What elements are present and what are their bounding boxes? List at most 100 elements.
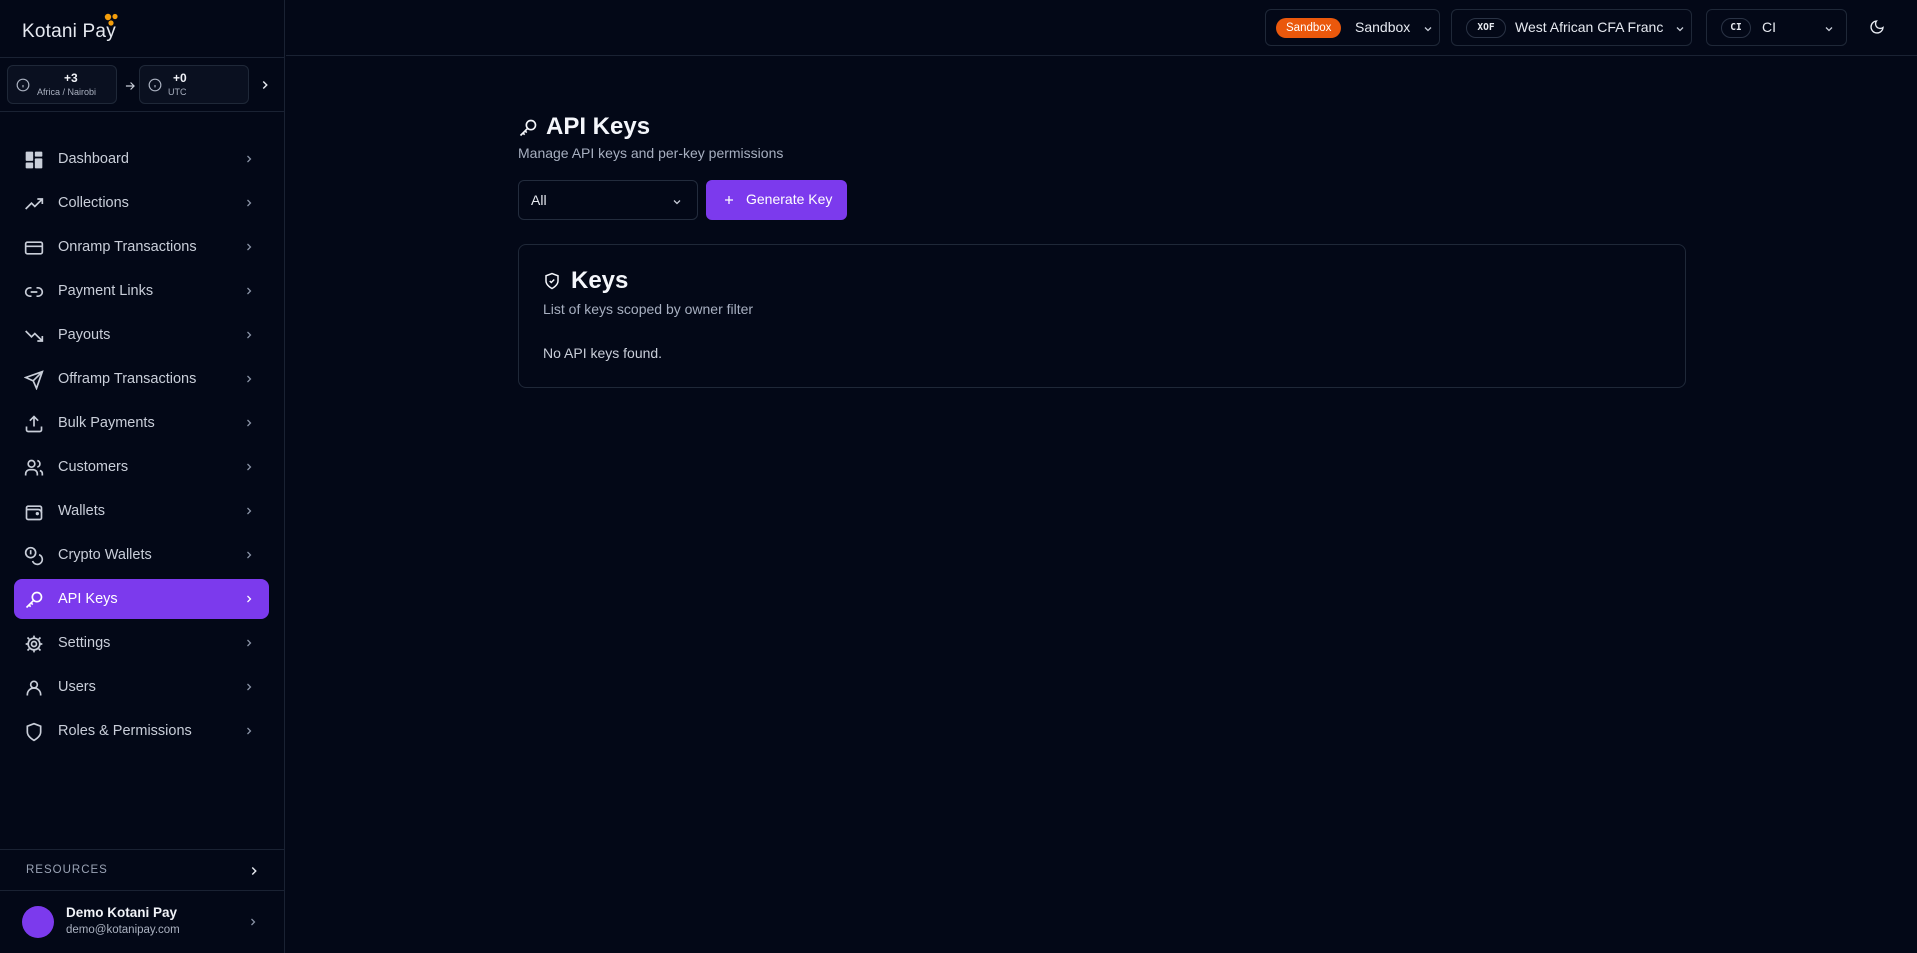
sidebar-item-label: Payment Links [58,283,154,299]
generate-key-label: Generate Key [746,191,833,207]
timezone-to-offset: +0 [173,71,187,85]
keys-card-title: Keys [571,267,629,294]
currency-value: West African CFA Franc [1515,19,1664,35]
shield-check-icon [545,272,559,290]
chevron-right-icon [247,419,252,427]
shield-icon [26,722,42,742]
chevron-right-icon [247,243,252,251]
chevron-right-icon [247,639,252,647]
chevron-right-icon [247,375,252,383]
key-icon [25,591,43,609]
timezone-from[interactable]: +3 Africa / Nairobi [7,65,117,104]
sidebar-item-label: Offramp Transactions [58,371,197,387]
sidebar-item-payouts[interactable]: Payouts [14,315,269,355]
resources-label: RESOURCES [26,864,108,876]
credit-card-icon [24,241,44,255]
sidebar-item-bulk-payments[interactable]: Bulk Payments [14,403,269,443]
logo-dots-icon [104,13,118,26]
empty-state-message: No API keys found. [543,345,663,361]
sidebar-item-wallets[interactable]: Wallets [14,491,269,531]
sidebar-item-crypto-wallets[interactable]: Crypto Wallets [14,535,269,575]
chevron-right-icon [247,595,252,603]
generate-key-button[interactable]: Generate Key [706,180,847,220]
sidebar-item-onramp-transactions[interactable]: Onramp Transactions [14,227,269,267]
trending-up-icon [25,198,44,210]
sidebar-item-label: Wallets [58,503,105,519]
chevron-right-icon [247,463,252,471]
sidebar-item-label: Bulk Payments [58,415,155,431]
keys-card: Keys List of keys scoped by owner filter… [518,244,1686,388]
page-title: API Keys [546,113,651,140]
dashboard-icon [25,151,43,169]
sidebar-nav: Dashboard Collections Onramp Transaction… [14,139,269,755]
timezone-from-offset: +3 [64,71,78,85]
timezone-from-zone: Africa / Nairobi [37,87,97,97]
sidebar-item-offramp-transactions[interactable]: Offramp Transactions [14,359,269,399]
chevron-down-icon [1424,27,1432,32]
chevron-down-icon [1676,27,1684,32]
sidebar: Kotani Pay +3 Africa / Nairobi +0 UTC Da… [0,0,285,953]
chevron-right-icon [247,287,252,295]
chevron-right-icon [247,683,252,691]
currency-code-badge: XOF [1466,18,1506,38]
chevron-right-icon [247,727,252,735]
chevron-right-icon [247,507,252,515]
sidebar-item-label: Dashboard [58,151,129,167]
avatar [22,906,54,938]
sidebar-item-customers[interactable]: Customers [14,447,269,487]
send-icon [24,370,44,390]
timezone-to-zone: UTC [168,87,187,97]
sidebar-item-payment-links[interactable]: Payment Links [14,271,269,311]
country-value: CI [1762,19,1776,35]
keys-card-subtitle: List of keys scoped by owner filter [543,301,754,317]
sidebar-item-api-keys[interactable]: API Keys [14,579,269,619]
brand-logo[interactable]: Kotani Pay [22,13,142,45]
coins-icon [24,546,44,566]
sidebar-item-roles-permissions[interactable]: Roles & Permissions [14,711,269,751]
sidebar-item-label: Settings [58,635,111,651]
sidebar-item-collections[interactable]: Collections [14,183,269,223]
wallet-icon [25,505,43,521]
sidebar-item-label: Users [58,679,96,695]
sidebar-item-label: Roles & Permissions [58,723,192,739]
environment-value: Sandbox [1355,19,1411,35]
country-code-badge: CI [1721,18,1751,38]
currency-select[interactable]: XOF West African CFA Franc [1451,9,1692,46]
user-menu[interactable]: Demo Kotani Pay demo@kotanipay.com [0,892,285,953]
timezone-to[interactable]: +0 UTC [139,65,249,104]
timezone-converter: +3 Africa / Nairobi +0 UTC [0,57,285,112]
sidebar-item-dashboard[interactable]: Dashboard [14,139,269,179]
chevron-right-icon [247,155,252,163]
top-bar: Sandbox Sandbox XOF West African CFA Fra… [286,0,1917,56]
chevron-down-icon [1825,27,1833,32]
sidebar-item-settings[interactable]: Settings [14,623,269,663]
plus-icon [725,196,733,204]
moon-icon[interactable] [1869,19,1885,35]
arrow-right-icon [125,82,135,90]
owner-filter-select[interactable]: All [518,180,698,220]
sidebar-item-label: Payouts [58,327,111,343]
sidebar-item-users[interactable]: Users [14,667,269,707]
chevron-right-icon [247,199,252,207]
user-name: Demo Kotani Pay [66,905,178,920]
chevron-right-icon[interactable] [258,78,272,92]
chevron-right-icon [247,331,252,339]
sidebar-item-label: Onramp Transactions [58,239,197,255]
key-icon [519,119,537,137]
owner-filter-value: All [531,192,547,208]
environment-select[interactable]: Sandbox Sandbox [1265,9,1440,46]
upload-icon [25,415,43,433]
country-select[interactable]: CI CI [1706,9,1847,46]
sidebar-item-label: Customers [58,459,129,475]
sidebar-item-label: Crypto Wallets [58,547,152,563]
chevron-down-icon [673,200,681,205]
environment-badge: Sandbox [1276,18,1342,38]
resources-section[interactable]: RESOURCES [0,849,285,891]
user-icon [26,680,42,696]
user-email: demo@kotanipay.com [66,924,180,936]
link-icon [24,287,44,297]
chevron-right-icon [247,551,252,559]
trending-down-icon [25,330,44,342]
sidebar-item-label: Collections [58,195,129,211]
chevron-right-icon [251,918,256,926]
